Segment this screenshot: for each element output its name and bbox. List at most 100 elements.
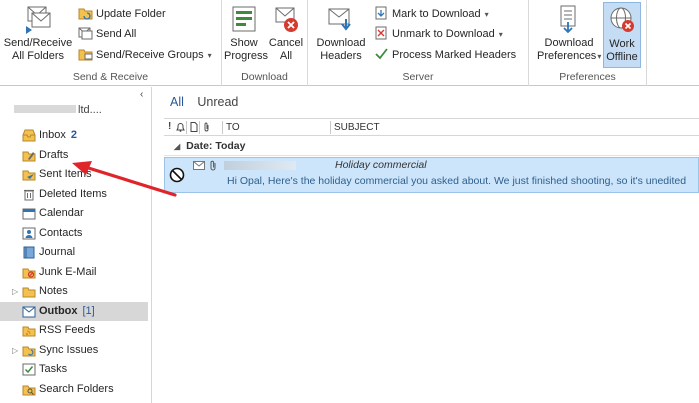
red-arrow-annotation [72,161,177,197]
recipient-redacted [224,161,296,170]
folder-sync-issues[interactable]: ▷ Sync Issues [0,341,148,360]
folder-label: Junk E-Mail [39,265,97,278]
mark-to-download-button[interactable]: Mark to Download ▾ [374,5,489,23]
send-receive-group-label: Send & Receive [72,71,149,83]
folder-junk-e-mail[interactable]: Junk E-Mail [0,263,148,282]
message-list: All Unread ! TO SUBJECT ◢ Date: Today Ho… [160,87,699,403]
process-marked-headers-button[interactable]: Process Marked Headers [374,46,516,64]
attachment-column-icon[interactable] [203,122,210,134]
tasks-icon [22,363,36,376]
download-headers-label-1: Download [316,37,366,49]
icon-column-icon[interactable] [190,122,198,134]
reminder-column-icon[interactable] [176,122,185,134]
message-preview: Hi Opal, Here's the holiday commercial y… [227,175,687,187]
process-marked-headers-icon [374,47,389,61]
date-group-header[interactable]: ◢ Date: Today [164,137,699,156]
account-name-redacted [14,105,76,113]
contacts-icon [22,227,36,240]
chevron-down-icon: ▾ [498,30,503,39]
chevron-down-icon: ▾ [484,10,489,19]
sync-issues-icon [22,344,36,357]
folder-label: Contacts [39,226,83,239]
search-folders-icon [22,383,36,396]
collapse-pane-icon[interactable]: ‹ [140,89,143,100]
chevron-down-icon: ▾ [207,51,212,60]
importance-column[interactable]: ! [168,121,171,132]
download-headers-icon [326,4,356,34]
work-offline-icon [607,5,637,35]
envelope-icon [193,161,205,170]
folder-calendar[interactable]: Calendar [0,204,148,223]
folder-label: Notes [39,285,68,297]
show-progress-icon [229,4,259,34]
outbox-icon [22,305,36,318]
download-preferences-icon [554,4,584,34]
update-folder-label: Update Folder [96,8,166,20]
expand-triangle-icon[interactable]: ▷ [12,341,18,360]
account-name[interactable]: ltd.... [14,104,102,116]
send-receive-all-icon [23,4,53,34]
folder-journal[interactable]: Journal [0,243,148,262]
send-receive-all-folders-button[interactable]: Send/Receive All Folders [3,4,73,63]
inbox-icon [22,129,36,142]
download-preferences-label-1: Download [544,37,594,49]
message-row[interactable]: Holiday commercial Hi Opal, Here's the h… [164,157,699,193]
mark-to-download-label: Mark to Download [392,8,481,20]
unmark-to-download-label: Unmark to Download [392,28,495,40]
expand-triangle-icon[interactable]: ▷ [12,282,18,301]
cancel-all-label-1: Cancel [268,37,304,49]
download-preferences-button[interactable]: Download Preferences▾ [537,4,601,63]
work-offline-label-2: Offline [606,51,638,63]
download-headers-button[interactable]: Download Headers [314,4,368,63]
folder-contacts[interactable]: Contacts [0,224,148,243]
folder-rss-feeds[interactable]: RSS Feeds [0,321,148,340]
chevron-down-icon: ▾ [597,52,602,61]
process-marked-headers-label: Process Marked Headers [392,49,517,61]
server-group: Download Headers Mark to Download ▾ Unmar… [308,0,529,86]
collapse-triangle-icon[interactable]: ◢ [174,142,180,151]
filter-unread[interactable]: Unread [197,95,238,109]
folder-label: Calendar [39,207,84,219]
cancel-all-button[interactable]: Cancel All [266,4,306,63]
subject-column[interactable]: SUBJECT [334,122,380,133]
send-receive-groups-label: Send/Receive Groups [96,49,204,61]
cancel-all-label-2: All [279,50,293,62]
column-headers: ! TO SUBJECT [164,118,699,136]
send-all-label: Send All [96,28,137,40]
notes-icon [22,285,36,298]
to-column[interactable]: TO [226,122,240,133]
folder-label: Search Folders [39,382,114,395]
folder-tasks[interactable]: Tasks [0,360,148,379]
folder-notes[interactable]: ▷ Notes [0,282,148,301]
mark-to-download-icon [374,6,389,20]
message-filters: All Unread [170,95,248,109]
unread-count-badge: 2 [70,129,78,141]
deleted-items-icon [22,188,36,201]
folder-inbox[interactable]: Inbox 2 [0,126,148,145]
work-offline-button[interactable]: Work Offline [603,2,641,68]
send-receive-groups-button[interactable]: Send/Receive Groups ▾ [78,46,212,64]
preferences-group-label: Preferences [559,71,616,83]
journal-icon [22,246,36,259]
server-group-label: Server [402,71,434,83]
folder-label: Tasks [39,363,68,375]
update-folder-button[interactable]: Update Folder [78,5,166,23]
show-progress-button[interactable]: Show Progress [224,4,268,63]
unread-count-badge: [1] [82,304,95,317]
folder-label: RSS Feeds [39,324,96,336]
unmark-to-download-icon [374,26,389,40]
folder-outbox[interactable]: Outbox [1] [0,301,148,321]
work-offline-label-1: Work [609,38,635,50]
unmark-to-download-button[interactable]: Unmark to Download ▾ [374,25,503,43]
download-group: Show Progress Cancel All Download [222,0,308,86]
junk-email-icon [22,266,36,279]
download-preferences-label-2: Preferences [537,50,597,62]
ribbon: Send/Receive All Folders Update Folder S… [0,0,699,86]
send-all-button[interactable]: Send All [78,25,136,43]
rss-feeds-icon [22,324,36,337]
filter-all[interactable]: All [170,95,184,109]
calendar-icon [22,207,36,220]
sent-items-icon [22,168,36,181]
folder-search-folders[interactable]: Search Folders [0,380,148,399]
download-group-label: Download [241,71,288,83]
